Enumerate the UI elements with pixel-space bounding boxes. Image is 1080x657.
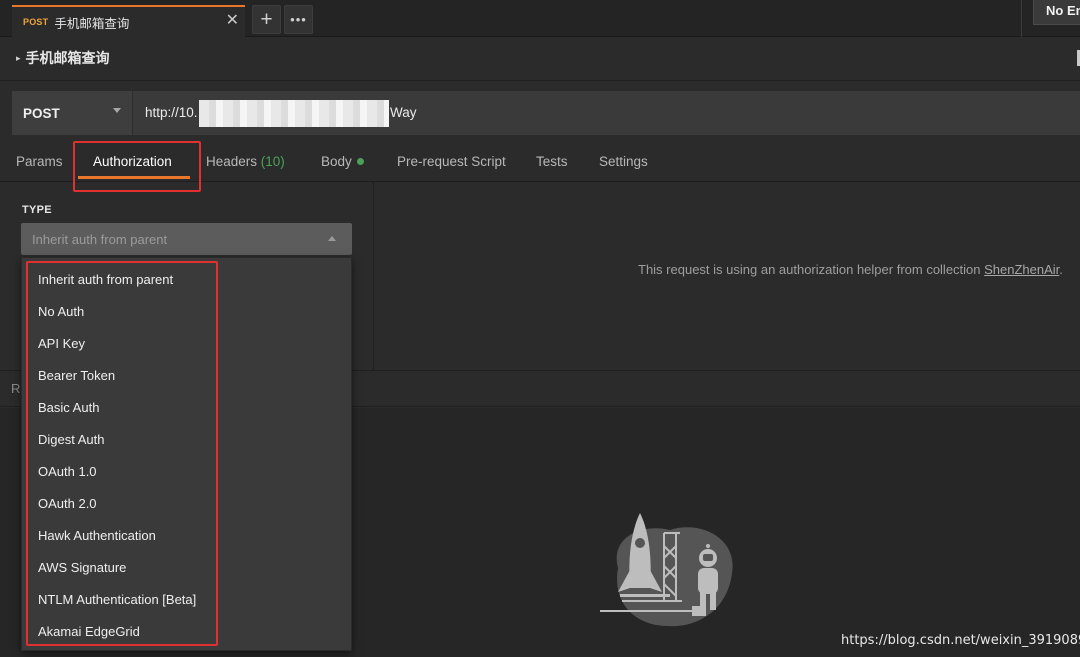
rocket-illustration-icon bbox=[600, 513, 733, 627]
divider bbox=[1021, 0, 1022, 37]
request-title-row[interactable]: ▸ 手机邮箱查询 bbox=[16, 48, 110, 68]
highlight-box-auth-options bbox=[26, 261, 218, 646]
method-select[interactable]: POST bbox=[12, 91, 133, 135]
tab-settings[interactable]: Settings bbox=[599, 154, 648, 169]
url-bar: POST http://10. Way bbox=[12, 91, 1080, 135]
auth-type-label: TYPE bbox=[22, 204, 52, 216]
tab-strip: POST 手机邮箱查询 ✕ + ••• No En bbox=[0, 0, 1080, 37]
request-name: 手机邮箱查询 bbox=[25, 51, 110, 67]
tab-headers[interactable]: Headers (10) bbox=[206, 154, 285, 169]
tab-body[interactable]: Body bbox=[321, 154, 364, 169]
request-tab-title: 手机邮箱查询 bbox=[54, 15, 130, 31]
tab-pre-request-script[interactable]: Pre-request Script bbox=[397, 154, 506, 169]
chevron-down-icon bbox=[113, 108, 121, 113]
auth-helper-text: This request is using an authorization h… bbox=[638, 262, 985, 277]
collection-link[interactable]: ShenZhenAir bbox=[984, 262, 1059, 277]
watermark-text: https://blog.csdn.net/weixin_39190897 bbox=[841, 633, 1080, 648]
headers-count-badge: (10) bbox=[260, 154, 285, 169]
chevron-up-icon bbox=[328, 236, 336, 241]
auth-helper-message: This request is using an authorization h… bbox=[638, 262, 1063, 277]
environment-select[interactable]: No En bbox=[1033, 0, 1080, 25]
status-dot-icon bbox=[356, 158, 364, 165]
tab-params[interactable]: Params bbox=[16, 154, 63, 169]
tab-tests[interactable]: Tests bbox=[536, 154, 568, 169]
method-select-value: POST bbox=[23, 105, 60, 121]
redacted-url-segment bbox=[199, 100, 389, 127]
tab-body-label: Body bbox=[321, 154, 352, 169]
caret-right-icon[interactable]: ▸ bbox=[16, 53, 21, 64]
response-label: R bbox=[11, 381, 21, 396]
divider bbox=[0, 80, 1080, 81]
request-tab-method: POST bbox=[23, 17, 49, 27]
close-icon[interactable]: ✕ bbox=[226, 12, 239, 30]
url-input-suffix[interactable]: Way bbox=[390, 105, 417, 120]
new-tab-button[interactable]: + bbox=[252, 5, 281, 34]
request-tab[interactable]: POST 手机邮箱查询 ✕ bbox=[12, 5, 245, 37]
more-icon[interactable]: ••• bbox=[284, 5, 313, 34]
auth-type-select-value: Inherit auth from parent bbox=[32, 232, 168, 247]
auth-helper-end: . bbox=[1059, 262, 1063, 277]
url-input[interactable]: http://10. bbox=[145, 105, 198, 120]
auth-type-select[interactable]: Inherit auth from parent bbox=[21, 223, 352, 255]
tab-headers-label: Headers bbox=[206, 154, 258, 169]
